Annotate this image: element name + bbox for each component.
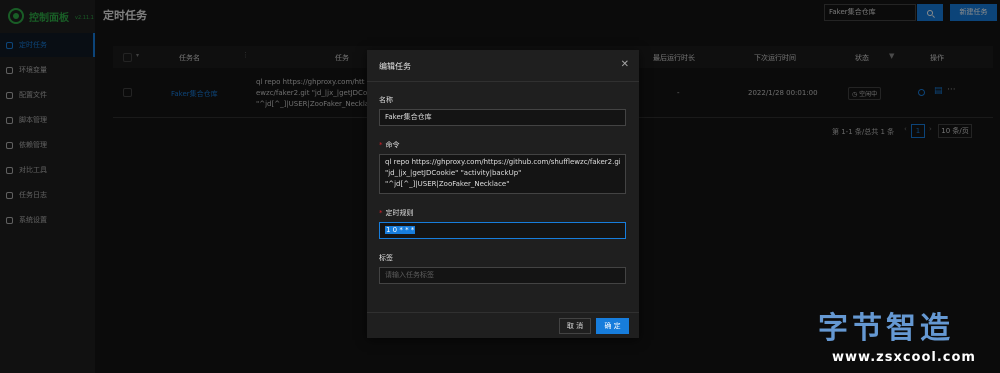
watermark-logo: 字节智造 — [818, 311, 954, 346]
cancel-button[interactable]: 取 消 — [559, 318, 591, 334]
close-icon[interactable]: ✕ — [621, 59, 629, 70]
modal-header: 编辑任务 ✕ — [367, 50, 639, 82]
tags-label: 标签 — [379, 254, 393, 262]
command-line: ql repo https://ghproxy.com/https://gith… — [385, 158, 620, 166]
name-label: 名称 — [379, 96, 393, 104]
name-input[interactable]: Faker集合仓库 — [379, 109, 626, 126]
command-line: "^jd[^_]|USER|ZooFaker_Necklace" — [385, 180, 510, 188]
schedule-label-wrap: * 定时规则 — [379, 208, 414, 218]
ok-button[interactable]: 确 定 — [596, 318, 629, 334]
app-root: 控制面板 v2.11.1 定时任务 环境变量 配置文件 脚本管理 依赖管理 对比… — [0, 0, 1000, 373]
tags-input[interactable]: 请输入任务标签 — [379, 267, 626, 284]
command-line: "jd_|jx_|getJDCookie" "activity|backUp" — [385, 169, 522, 177]
modal-title: 编辑任务 — [379, 62, 411, 71]
schedule-value: 1 0 * * * — [385, 226, 416, 234]
command-textarea[interactable]: ql repo https://ghproxy.com/https://gith… — [379, 154, 626, 194]
schedule-label: 定时规则 — [385, 209, 414, 217]
tags-placeholder: 请输入任务标签 — [385, 271, 434, 279]
required-mark: * — [379, 209, 383, 217]
watermark-url: www.zsxcool.com — [832, 350, 976, 365]
schedule-input[interactable]: 1 0 * * * — [379, 222, 626, 239]
command-label-wrap: * 命令 — [379, 140, 400, 150]
command-label: 命令 — [385, 141, 400, 149]
modal-footer: 取 消 确 定 — [367, 312, 639, 338]
required-mark: * — [379, 141, 383, 149]
edit-task-modal: 编辑任务 ✕ 名称 Faker集合仓库 * 命令 ql repo https://… — [367, 50, 639, 338]
